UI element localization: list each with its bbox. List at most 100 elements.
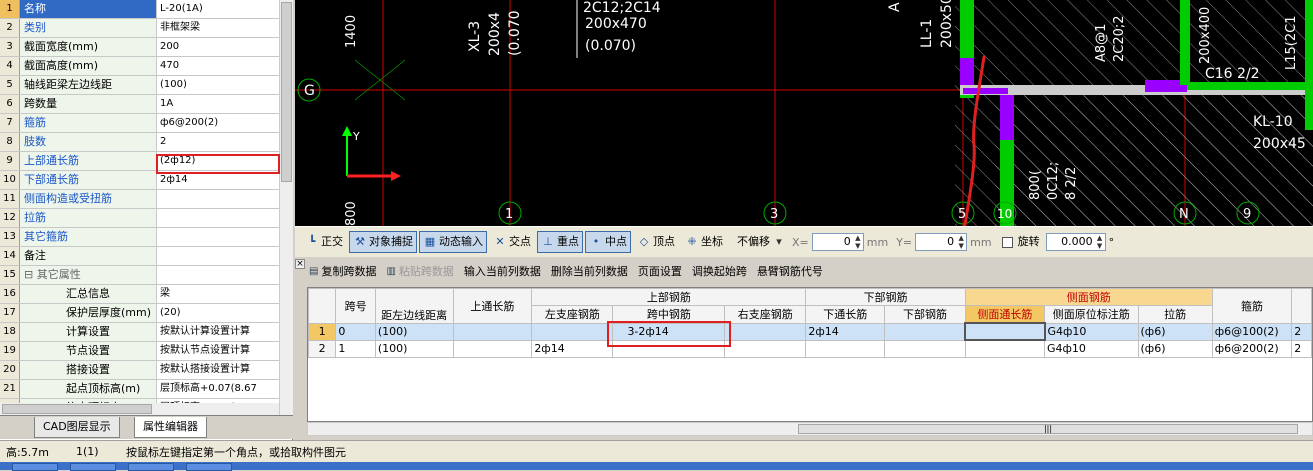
- rotate-input[interactable]: 0.000 ▲ ▼: [1045, 233, 1106, 251]
- property-value[interactable]: [157, 190, 279, 208]
- property-value[interactable]: 非框架梁: [157, 19, 279, 37]
- delete-column-button[interactable]: 删除当前列数据: [551, 263, 628, 279]
- scroll-thumb[interactable]: |||: [798, 424, 1298, 434]
- cell-stirrup[interactable]: ф6@100(2): [1211, 322, 1293, 341]
- property-value[interactable]: 470: [157, 57, 279, 75]
- checkbox-icon[interactable]: [1001, 236, 1013, 248]
- orth-button[interactable]: ┗ 正交: [301, 231, 347, 253]
- spinner-icon[interactable]: ▲ ▼: [956, 234, 966, 250]
- cell-tie[interactable]: (ф6): [1137, 322, 1213, 341]
- page-setup-button[interactable]: 页面设置: [638, 263, 682, 279]
- paste-span-button[interactable]: ▥ 粘贴跨数据: [386, 263, 453, 279]
- property-row[interactable]: 20 搭接设置 按默认搭接设置计算: [0, 361, 279, 380]
- rebar-table[interactable]: 跨号 距左边线距离 上通长筋 上部钢筋 下部钢筋 侧面钢筋 箍筋 左支座钢筋 跨…: [307, 287, 1313, 422]
- cell-span[interactable]: 1: [335, 339, 376, 358]
- cell-axis-dist[interactable]: (100): [374, 339, 454, 358]
- tab-cad-layers[interactable]: CAD图层显示: [34, 417, 120, 438]
- property-row[interactable]: 16 汇总信息梁: [0, 285, 279, 304]
- property-row[interactable]: 13 其它箍筋: [0, 228, 279, 247]
- cell-left-seat[interactable]: 2ф14: [531, 339, 614, 358]
- midpoint-button[interactable]: • 中点: [585, 231, 631, 253]
- cell-top-cont[interactable]: [452, 322, 533, 341]
- adjust-start-span-button[interactable]: 调换起始跨: [692, 263, 747, 279]
- offset-select[interactable]: 不偏移 ▾: [733, 231, 790, 253]
- cell-span[interactable]: 0: [335, 322, 376, 341]
- cell-side-orig[interactable]: G4ф10: [1044, 339, 1139, 358]
- cell-axis-dist[interactable]: (100): [374, 322, 454, 341]
- cantilever-rebar-button[interactable]: 悬臂钢筋代号: [757, 263, 823, 279]
- collapse-icon[interactable]: ⊟: [24, 268, 37, 281]
- dynamic-input-button[interactable]: ▦ 动态输入: [419, 231, 487, 253]
- cell-right-seat[interactable]: [724, 322, 807, 341]
- property-row[interactable]: 14 备注: [0, 247, 279, 266]
- property-row[interactable]: 17 保护层厚度(mm) (20): [0, 304, 279, 323]
- intersect-button[interactable]: ✕ 交点: [489, 231, 535, 253]
- property-row[interactable]: 3 截面宽度(mm) 200: [0, 38, 279, 57]
- property-row[interactable]: 8 肢数 2: [0, 133, 279, 152]
- vertex-button[interactable]: ◇ 顶点: [633, 231, 679, 253]
- close-icon[interactable]: ×: [295, 259, 305, 269]
- property-row[interactable]: 12 拉筋: [0, 209, 279, 228]
- spinner-icon[interactable]: ▲ ▼: [1095, 234, 1105, 250]
- property-value[interactable]: [157, 247, 279, 265]
- x-input[interactable]: 0 ▲ ▼: [811, 233, 864, 251]
- property-row[interactable]: 5 轴线距梁左边线距 (100): [0, 76, 279, 95]
- scroll-thumb[interactable]: [2, 404, 152, 414]
- property-row[interactable]: 11 侧面构造或受扭筋: [0, 190, 279, 209]
- property-value[interactable]: (20): [157, 304, 279, 322]
- grid-horizontal-scrollbar[interactable]: |||: [307, 422, 1313, 436]
- copy-span-button[interactable]: ▤ 复制跨数据: [309, 263, 376, 279]
- property-value[interactable]: 200: [157, 38, 279, 56]
- property-row[interactable]: 4 截面高度(mm) 470: [0, 57, 279, 76]
- property-value[interactable]: [157, 209, 279, 227]
- property-row[interactable]: 2 类别 非框架梁: [0, 19, 279, 38]
- property-value[interactable]: ф6@200(2): [157, 114, 279, 132]
- property-row[interactable]: 7 箍筋 ф6@200(2): [0, 114, 279, 133]
- cell-side-cont[interactable]: [964, 322, 1046, 341]
- property-vertical-scrollbar[interactable]: [279, 0, 293, 415]
- property-value[interactable]: 1A: [157, 95, 279, 113]
- property-value[interactable]: 梁: [157, 285, 279, 303]
- cell-tie[interactable]: (ф6): [1137, 339, 1213, 358]
- cell-bottom-cont[interactable]: 2ф14: [805, 322, 886, 341]
- property-row[interactable]: 15 ⊟ 其它属性: [0, 266, 279, 285]
- scroll-thumb[interactable]: [281, 2, 292, 182]
- property-row[interactable]: 1 名称 L-20(1A): [0, 0, 279, 19]
- property-horizontal-scrollbar[interactable]: [0, 403, 279, 415]
- property-row[interactable]: 18 计算设置 按默认计算设置计算: [0, 323, 279, 342]
- tab-property-editor[interactable]: 属性编辑器: [134, 417, 207, 438]
- perpendicular-button[interactable]: ⊥ 重点: [537, 231, 583, 253]
- y-input[interactable]: 0 ▲ ▼: [915, 233, 968, 251]
- cell-side-orig[interactable]: G4ф10: [1044, 322, 1139, 341]
- property-row[interactable]: 19 节点设置 按默认节点设置计算: [0, 342, 279, 361]
- cell-side-cont[interactable]: [964, 339, 1046, 358]
- property-value[interactable]: [157, 266, 279, 284]
- cell-stirrup[interactable]: ф6@200(2): [1211, 339, 1293, 358]
- cell-bottom-cont[interactable]: [805, 339, 886, 358]
- property-value[interactable]: 层顶标高+0.07(8.67: [157, 380, 279, 398]
- property-value[interactable]: [157, 228, 279, 246]
- cell-right-seat[interactable]: [724, 339, 807, 358]
- spinner-icon[interactable]: ▲ ▼: [853, 234, 863, 250]
- table-row[interactable]: 2 1 (100) 2ф14 G4ф10 (ф6) ф6@200(2) 2: [308, 339, 1312, 358]
- cad-drawing[interactable]: G 1 3 5 10 N 9 Y 1400 800 XL-3 200x4 (0.…: [295, 0, 1313, 226]
- cell-bottom[interactable]: [884, 339, 966, 358]
- property-value[interactable]: 按默认搭接设置计算: [157, 361, 279, 379]
- property-value[interactable]: (100): [157, 76, 279, 94]
- table-row[interactable]: 1 0 (100) 3-2ф14 2ф14 G4ф10 (ф6) ф6@100(…: [308, 322, 1312, 341]
- cell-extra[interactable]: 2: [1291, 322, 1312, 341]
- coordinate-button[interactable]: ⁜ 坐标: [681, 231, 727, 253]
- property-value[interactable]: 2: [157, 133, 279, 151]
- property-value[interactable]: L-20(1A): [157, 0, 279, 18]
- property-row[interactable]: 21 起点顶标高(m) 层顶标高+0.07(8.67: [0, 380, 279, 399]
- snap-button[interactable]: ⚒ 对象捕捉: [349, 231, 417, 253]
- cell-left-seat[interactable]: [531, 322, 614, 341]
- cell-bottom[interactable]: [884, 322, 966, 341]
- cell-extra[interactable]: 2: [1291, 339, 1312, 358]
- rotate-checkbox[interactable]: 旋转: [998, 231, 1044, 253]
- property-row[interactable]: 6 跨数量 1A: [0, 95, 279, 114]
- input-column-button[interactable]: 输入当前列数据: [464, 263, 541, 279]
- property-value[interactable]: 按默认计算设置计算: [157, 323, 279, 341]
- cell-top-cont[interactable]: [452, 339, 533, 358]
- property-value[interactable]: 按默认节点设置计算: [157, 342, 279, 360]
